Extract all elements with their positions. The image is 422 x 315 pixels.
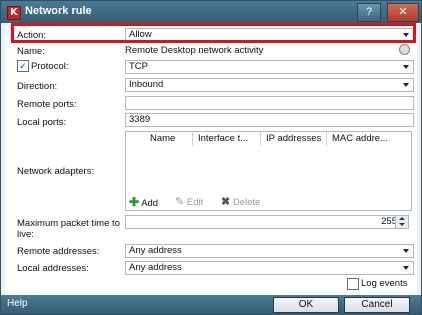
column-header-mac-addresses[interactable]: MAC addre... [326,132,388,146]
local-addresses-label: Local addresses: [17,263,89,274]
add-label: Add [141,198,159,209]
network-adapters-table[interactable]: Name Interface t... IP addresses MAC add… [125,131,412,211]
local-ports-input[interactable]: 3389 [125,113,414,127]
title-bar: K Network rule ? ✕ [1,1,421,23]
column-header-ip-addresses[interactable]: IP addresses [260,132,321,146]
delete-button[interactable]: ✖ Delete [221,195,260,208]
max-packet-ttl-input[interactable]: 255 [125,215,403,229]
local-addresses-select[interactable]: Any address [125,261,414,275]
add-button[interactable]: ✚ Add [129,195,158,209]
edit-button[interactable]: ✎ Edit [175,195,203,208]
cancel-button[interactable]: Cancel [344,297,410,313]
help-title-button[interactable]: ? [357,3,381,22]
direction-select[interactable]: Inbound [125,78,414,92]
remote-addresses-select[interactable]: Any address [125,244,414,258]
close-button[interactable]: ✕ [387,3,419,22]
kaspersky-logo-icon: K [7,6,21,20]
network-rule-dialog: K Network rule ? ✕ Action: Allow Name: R… [0,0,422,315]
remote-ports-label: Remote ports: [17,99,77,110]
delete-label: Delete [232,197,261,208]
action-row-highlight [11,23,416,43]
log-events-checkbox[interactable] [347,278,359,290]
help-link[interactable]: Help [7,298,28,309]
info-icon[interactable] [399,44,410,55]
ttl-spinner[interactable] [395,215,409,229]
column-header-interface-type[interactable]: Interface t... [192,132,248,146]
footer-bar: Help OK Cancel [1,295,421,314]
log-events-label: Log events [361,278,408,289]
window-title: Network rule [25,5,92,17]
max-packet-ttl-label-line2: live: [17,229,34,240]
delete-icon: ✖ [221,196,231,208]
remote-ports-input[interactable] [125,96,414,110]
name-value[interactable]: Remote Desktop network activity [125,45,263,56]
direction-label: Direction: [17,81,58,92]
protocol-select[interactable]: TCP [125,60,414,74]
protocol-checkbox[interactable]: ✓ [17,60,29,72]
local-ports-label: Local ports: [17,117,67,128]
network-adapters-label: Network adapters: [17,166,95,177]
max-packet-ttl-label-line1: Maximum packet time to [17,218,120,229]
edit-pencil-icon: ✎ [175,196,185,208]
protocol-label: Protocol: [31,61,69,72]
column-header-name[interactable]: Name [150,132,175,146]
remote-addresses-label: Remote addresses: [17,246,100,257]
name-label: Name: [17,46,45,57]
form-area: Action: Allow Name: Remote Desktop netwo… [5,23,417,295]
add-icon: ✚ [129,195,140,209]
edit-label: Edit [186,197,204,208]
ok-button[interactable]: OK [273,297,339,313]
